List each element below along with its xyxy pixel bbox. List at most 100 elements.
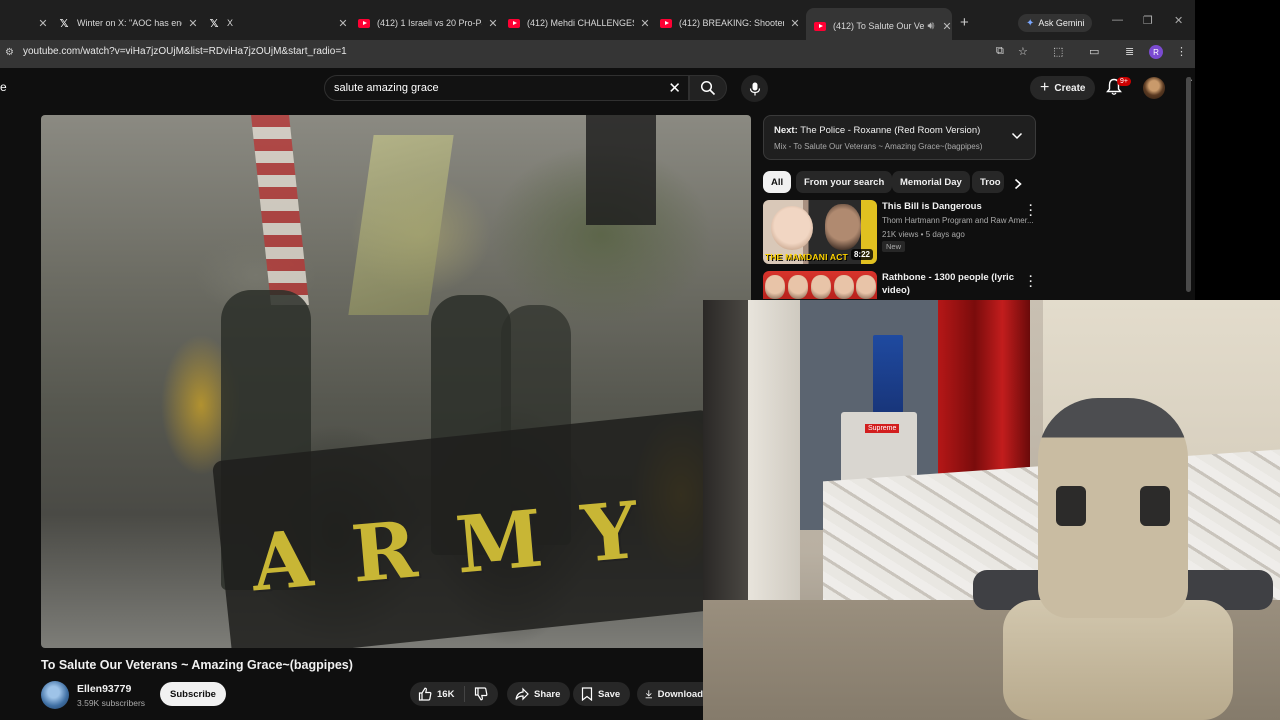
x-logo-icon: 𝕏	[59, 17, 69, 30]
speaker-icon[interactable]: 🔊︎	[926, 20, 936, 33]
webcam-doorframe	[748, 300, 800, 600]
install-icon[interactable]: ⧉	[996, 45, 1004, 58]
thumbnail-face	[765, 275, 785, 299]
video-frame-flag	[251, 115, 309, 305]
video-title: To Salute Our Veterans ~ Amazing Grace~(…	[41, 658, 353, 672]
browser-tab[interactable]: (412) 1 Israeli vs 20 Pro-Pale ✕	[358, 10, 498, 36]
ask-gemini-button[interactable]: ✦ Ask Gemini	[1018, 14, 1093, 32]
webcam-chair-hole	[1140, 486, 1170, 526]
tab-close-icon[interactable]: ✕	[188, 17, 198, 30]
browser-profile-avatar[interactable]: R	[1149, 45, 1163, 59]
close-window-icon[interactable]: ✕	[1174, 14, 1183, 27]
page-scrollbar[interactable]: ▲	[1186, 76, 1194, 300]
share-arrow-icon	[515, 687, 529, 701]
tab-close-icon[interactable]: ✕	[338, 17, 348, 30]
browser-tab-active[interactable]: (412) To Salute Our Vete 🔊︎ ✕	[806, 8, 952, 44]
webcam-box-label: Supreme	[865, 424, 900, 433]
scrollbar-thumb[interactable]	[1186, 77, 1191, 292]
address-bar-row: ⚙ youtube.com/watch?v=viHa7jzOUjM&list=R…	[0, 40, 1195, 68]
webcam-chair-back	[1038, 398, 1188, 618]
share-button[interactable]: Share	[507, 682, 571, 706]
subscribe-button[interactable]: Subscribe	[160, 682, 226, 706]
video-thumbnail[interactable]	[763, 271, 877, 299]
extensions-icon[interactable]: ⬚	[1053, 45, 1063, 58]
up-next-panel[interactable]: Next: The Police - Roxanne (Red Room Ver…	[763, 115, 1036, 160]
clear-search-icon[interactable]: ✕	[668, 79, 681, 97]
browser-tab[interactable]: 𝕏 X ✕	[208, 10, 348, 36]
browser-menu-icon[interactable]: ⋮	[1176, 45, 1187, 58]
gemini-sparkle-icon: ✦	[1026, 17, 1035, 29]
browser-tab[interactable]: ✕	[0, 10, 48, 36]
chip-all[interactable]: All	[763, 171, 792, 193]
search-button[interactable]	[689, 75, 727, 101]
browser-tab[interactable]: 𝕏 Winter on X: "AOC has ende ✕	[58, 10, 198, 36]
plus-icon: +	[1040, 79, 1050, 96]
recommended-title[interactable]: This Bill is Dangerous	[882, 200, 1022, 213]
youtube-logo-fragment[interactable]: e	[0, 80, 7, 94]
recommended-channel[interactable]: Thom Hartmann Program and Raw Amer...	[882, 216, 1037, 225]
account-avatar[interactable]	[1143, 77, 1165, 99]
recommended-title[interactable]: Rathbone - 1300 people (lyric video)	[882, 271, 1022, 297]
tab-close-icon[interactable]: ✕	[488, 17, 498, 30]
chip-from-your-search[interactable]: From your search	[796, 171, 893, 193]
download-button[interactable]: Download	[637, 682, 703, 706]
recommended-video[interactable]: Rathbone - 1300 people (lyric video) · · ·	[763, 271, 1038, 300]
create-button[interactable]: + Create	[1030, 76, 1096, 100]
chevron-down-icon[interactable]	[1011, 131, 1023, 141]
new-tab-button[interactable]: +	[960, 14, 969, 31]
chip-partial[interactable]: Troo	[972, 171, 1004, 193]
dislike-button[interactable]	[465, 687, 488, 701]
tab-title: X	[227, 18, 234, 28]
video-player[interactable]: ARMY	[41, 115, 751, 648]
up-next-title: The Police - Roxanne (Red Room Version)	[800, 125, 981, 136]
tab-title: Winter on X: "AOC has ende	[77, 18, 182, 28]
site-info-icon[interactable]: ⚙	[5, 47, 14, 58]
bookmark-star-icon[interactable]: ☆	[1018, 45, 1028, 58]
tab-close-icon[interactable]: ✕	[640, 17, 650, 30]
recommended-video[interactable]: THE MAMDANI ACT 8:22 This Bill is Danger…	[763, 200, 1038, 266]
like-count: 16K	[437, 688, 455, 700]
search-input[interactable]	[334, 82, 654, 94]
url-field[interactable]: youtube.com/watch?v=viHa7jzOUjM&list=RDv…	[23, 46, 347, 57]
new-badge: New	[882, 241, 906, 252]
search-box: ✕	[324, 75, 689, 101]
tab-close-icon[interactable]: ✕	[942, 20, 952, 33]
chip-memorial-day[interactable]: Memorial Day	[892, 171, 970, 193]
video-frame-flag	[348, 135, 454, 315]
recommended-stats: 21K views • 5 days ago	[882, 230, 965, 239]
minimize-icon[interactable]: —	[1112, 14, 1123, 26]
save-label: Save	[598, 688, 621, 700]
youtube-header: e ✕ + Create 9+	[0, 68, 1195, 110]
like-dislike-group: 16K	[410, 682, 498, 706]
tab-title: (412) To Salute Our Vete	[833, 21, 924, 31]
subscriber-count: 3.59K subscribers	[77, 698, 146, 708]
download-label: Download	[657, 688, 703, 700]
tab-close-icon[interactable]: ✕	[38, 17, 48, 30]
channel-avatar[interactable]	[41, 681, 69, 709]
reading-list-icon[interactable]: ≣	[1125, 45, 1134, 58]
browser-tab[interactable]: (412) Mehdi CHALLENGES G ✕	[508, 10, 650, 36]
mix-playlist-title: Mix - To Salute Our Veterans ~ Amazing G…	[774, 142, 983, 151]
tab-title: (412) BREAKING: Shooter's I	[679, 18, 784, 28]
tab-close-icon[interactable]: ✕	[790, 17, 800, 30]
save-button[interactable]: Save	[573, 682, 631, 706]
thumbnail-face	[825, 204, 861, 250]
youtube-logo-icon	[814, 20, 826, 32]
like-button[interactable]: 16K	[410, 686, 466, 702]
more-options-icon[interactable]: · · ·	[1027, 201, 1035, 222]
microphone-icon	[749, 82, 760, 95]
video-thumbnail[interactable]: THE MAMDANI ACT 8:22	[763, 200, 877, 264]
youtube-logo-icon	[358, 17, 370, 29]
voice-search-button[interactable]	[741, 75, 768, 102]
thumbnail-face	[856, 275, 876, 299]
browser-tab[interactable]: (412) BREAKING: Shooter's I ✕	[660, 10, 800, 36]
webcam-chair-seat	[1003, 600, 1233, 720]
channel-name[interactable]: Ellen93779	[77, 683, 131, 695]
chevron-right-icon[interactable]	[1013, 178, 1023, 190]
more-options-icon[interactable]: · · ·	[1027, 272, 1035, 293]
webcam-chair-hole	[1056, 486, 1086, 526]
restore-icon[interactable]: ❐	[1143, 14, 1153, 27]
youtube-logo-icon	[660, 17, 672, 29]
sidebar-icon[interactable]: ▭	[1089, 45, 1099, 58]
up-next-line: Next: The Police - Roxanne (Red Room Ver…	[774, 125, 980, 136]
